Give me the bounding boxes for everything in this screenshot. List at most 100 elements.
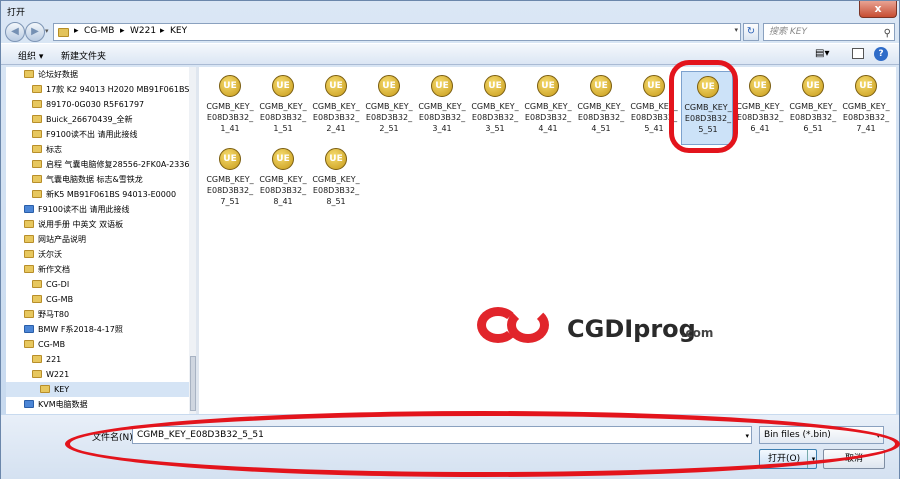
nav-item[interactable]: W221 <box>6 367 189 382</box>
nav-item[interactable]: 89170-0G030 R5F61797 <box>6 97 189 112</box>
file-type-dropdown-icon: ▾ <box>876 432 880 440</box>
nav-item[interactable]: F9100读不出 请用此接线 <box>6 127 189 142</box>
dialog-footer: 文件名(N): CGMB_KEY_E08D3B32_5_51 ▾ Bin fil… <box>1 415 899 479</box>
view-options-icon[interactable]: ▤▾ <box>815 48 829 59</box>
file-name: CGMB_KEY_E08D3B32_8_41 <box>259 175 307 206</box>
nav-item[interactable]: KEY <box>6 382 189 397</box>
nav-item[interactable]: CG-DI <box>6 277 189 292</box>
title-bar: 打开 x <box>1 1 899 21</box>
nav-item[interactable]: 野马T80 <box>6 307 189 322</box>
nav-item[interactable]: 启程 气囊电脑修复28556-2FK0A-2336 <box>6 157 189 172</box>
nav-item-label: 启程 气囊电脑修复28556-2FK0A-2336 <box>46 160 190 169</box>
file-item[interactable]: UE CGMB_KEY_E08D3B32_7_51 <box>204 144 256 218</box>
nav-item[interactable]: 新K5 MB91F061BS 94013-E0000 <box>6 187 189 202</box>
breadcrumb-key[interactable]: KEY <box>170 26 187 36</box>
nav-item[interactable]: 221 <box>6 352 189 367</box>
file-item[interactable]: UE CGMB_KEY_E08D3B32_4_51 <box>575 71 627 145</box>
close-button[interactable]: x <box>859 1 897 18</box>
nav-item[interactable]: 标志 <box>6 142 189 157</box>
ultraedit-file-icon: UE <box>590 75 612 97</box>
back-button[interactable]: ◀ <box>5 22 25 42</box>
nav-item[interactable]: 论坛好数据 <box>6 67 189 82</box>
file-item[interactable]: UE CGMB_KEY_E08D3B32_8_41 <box>257 144 309 218</box>
breadcrumb-cg-mb[interactable]: CG-MB <box>84 26 114 36</box>
breadcrumb-separator[interactable]: ▸ <box>74 26 79 36</box>
organize-button[interactable]: 组织 ▾ <box>18 49 43 62</box>
nav-item[interactable]: Buick_26670439_全新 <box>6 112 189 127</box>
nav-item-label: 新K5 MB91F061BS 94013-E0000 <box>46 190 177 199</box>
forward-arrow-icon: ▶ <box>31 26 39 37</box>
nav-item[interactable]: 17款 K2 94013 H2020 MB91F061BS <box>6 82 189 97</box>
open-dropdown-icon[interactable]: ▾ <box>807 450 819 468</box>
nav-item-label: CG-DI <box>46 280 70 289</box>
preview-pane-icon[interactable] <box>852 48 864 59</box>
library-icon <box>24 400 34 408</box>
refresh-button[interactable]: ↻ <box>743 23 759 41</box>
folder-icon <box>32 370 42 378</box>
nav-item-label: CG-MB <box>38 340 66 349</box>
nav-item-label: 17款 K2 94013 H2020 MB91F061BS <box>46 85 190 94</box>
file-item[interactable]: UE CGMB_KEY_E08D3B32_3_51 <box>469 71 521 145</box>
nav-item[interactable]: 说用手册 中英文 双语板 <box>6 217 189 232</box>
address-bar[interactable]: ▸ CG-MB ▸ W221 ▸ KEY ▾ <box>53 23 741 41</box>
nav-item-label: CG-MB <box>46 295 74 304</box>
filename-input[interactable]: CGMB_KEY_E08D3B32_5_51 ▾ <box>132 426 752 444</box>
file-name: CGMB_KEY_E08D3B32_6_41 <box>736 102 784 133</box>
file-name: CGMB_KEY_E08D3B32_3_51 <box>471 102 519 133</box>
ultraedit-file-icon: UE <box>484 75 506 97</box>
nav-item[interactable]: CG-MB <box>6 292 189 307</box>
breadcrumb-w221[interactable]: W221 <box>130 26 156 36</box>
file-item[interactable]: UE CGMB_KEY_E08D3B32_8_51 <box>310 144 362 218</box>
nav-item-label: KEY <box>54 385 70 394</box>
folder-icon <box>32 145 42 153</box>
new-folder-button[interactable]: 新建文件夹 <box>61 49 106 62</box>
nav-item[interactable]: 网站产品说明 <box>6 232 189 247</box>
file-item[interactable]: UE CGMB_KEY_E08D3B32_6_41 <box>734 71 786 145</box>
help-icon[interactable]: ? <box>874 47 888 61</box>
address-dropdown-icon[interactable]: ▾ <box>734 26 738 34</box>
breadcrumb-separator[interactable]: ▸ <box>120 26 125 36</box>
open-file-dialog: 打开 x ◀ ▶ ▾ ▸ CG-MB ▸ W221 ▸ KEY ▾ ↻ 搜索 K… <box>0 0 900 479</box>
ultraedit-file-icon: UE <box>272 75 294 97</box>
folder-icon <box>24 220 34 228</box>
ultraedit-file-icon: UE <box>219 148 241 170</box>
folder-icon <box>40 385 50 393</box>
folder-icon <box>32 295 42 303</box>
breadcrumb-separator[interactable]: ▸ <box>160 26 165 36</box>
file-item[interactable]: UE CGMB_KEY_E08D3B32_5_51 <box>681 71 733 145</box>
file-name: CGMB_KEY_E08D3B32_7_41 <box>842 102 890 133</box>
forward-button[interactable]: ▶ <box>25 22 45 42</box>
file-list: CGDIprog .com UE CGMB_KEY_E08D3B32_1_41 UE… <box>199 67 896 414</box>
nav-item[interactable]: F9100读不出 请用此接线 <box>6 202 189 217</box>
nav-item[interactable]: KVM电脑数据 <box>6 397 189 412</box>
file-item[interactable]: UE CGMB_KEY_E08D3B32_2_51 <box>363 71 415 145</box>
search-placeholder: 搜索 KEY <box>769 27 807 37</box>
file-item[interactable]: UE CGMB_KEY_E08D3B32_3_41 <box>416 71 468 145</box>
nav-item-label: KVM电脑数据 <box>38 400 88 409</box>
nav-item[interactable]: 沃尔沃 <box>6 247 189 262</box>
nav-item[interactable]: 气囊电脑数据 标志&雪铁龙 <box>6 172 189 187</box>
file-name: CGMB_KEY_E08D3B32_2_41 <box>312 102 360 133</box>
file-item[interactable]: UE CGMB_KEY_E08D3B32_6_51 <box>787 71 839 145</box>
nav-item-label: Buick_26670439_全新 <box>46 115 133 124</box>
file-item[interactable]: UE CGMB_KEY_E08D3B32_1_41 <box>204 71 256 145</box>
nav-item[interactable]: 新作文档 <box>6 262 189 277</box>
recent-pages-dropdown-icon[interactable]: ▾ <box>45 27 49 35</box>
file-item[interactable]: UE CGMB_KEY_E08D3B32_4_41 <box>522 71 574 145</box>
file-item[interactable]: UE CGMB_KEY_E08D3B32_7_41 <box>840 71 892 145</box>
folder-icon <box>32 100 42 108</box>
search-icon: ⚲ <box>883 28 891 39</box>
cancel-button[interactable]: 取消 <box>823 449 885 469</box>
file-item[interactable]: UE CGMB_KEY_E08D3B32_2_41 <box>310 71 362 145</box>
nav-item[interactable]: BMW F系2018-4-17照 <box>6 322 189 337</box>
nav-item[interactable]: CG-MB <box>6 337 189 352</box>
watermark-text: CGDIprog <box>567 315 696 343</box>
file-name: CGMB_KEY_E08D3B32_4_41 <box>524 102 572 133</box>
file-type-select[interactable]: Bin files (*.bin) ▾ <box>759 426 884 444</box>
filename-value: CGMB_KEY_E08D3B32_5_51 <box>137 430 264 440</box>
search-input[interactable]: 搜索 KEY ⚲ <box>763 23 895 41</box>
nav-item-label: F9100读不出 请用此接线 <box>38 205 130 214</box>
filename-dropdown-icon[interactable]: ▾ <box>745 428 749 444</box>
file-item[interactable]: UE CGMB_KEY_E08D3B32_1_51 <box>257 71 309 145</box>
file-item[interactable]: UE CGMB_KEY_E08D3B32_5_41 <box>628 71 680 145</box>
